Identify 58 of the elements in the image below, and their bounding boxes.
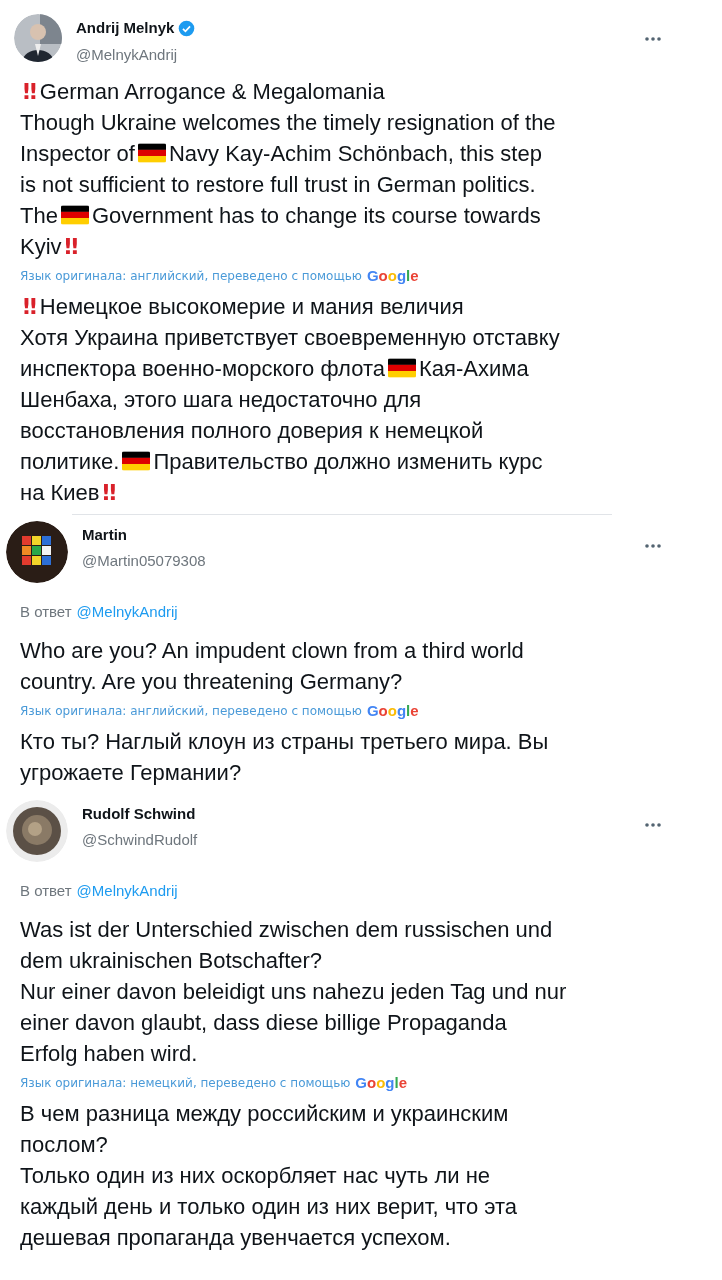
tweet-text: Nur einer davon beleidigt uns nahezu jeden Tag und nur <box>20 979 567 1004</box>
tweet-text: на Киев <box>20 479 100 505</box>
user-handle[interactable]: @Martin05079308 <box>82 550 206 573</box>
translation-note: Язык оригинала: немецкий, переведено с помощью <box>20 1075 351 1093</box>
reply-label: В ответ <box>20 880 72 901</box>
tweet-text: Who are you? An impudent clown from a third world <box>20 638 524 663</box>
tweet-text: угрожаете Германии? <box>20 759 242 785</box>
german-flag-icon <box>60 205 89 225</box>
more-options-icon[interactable] <box>644 821 662 828</box>
tweet-text: The <box>20 203 58 228</box>
double-exclamation-mark: ‼ <box>23 293 37 319</box>
tweet-text: Navy Kay-Achim Schönbach, this step <box>168 141 542 166</box>
google-logo[interactable]: Google <box>366 265 419 288</box>
tweet-text: is not sufficient to restore full trust in German politics. <box>20 172 536 197</box>
google-logo[interactable]: Google <box>355 1072 408 1095</box>
tweet-text: Немецкое высокомерие и мания величия <box>39 293 464 319</box>
tweet-text: дешевая пропаганда увенчается успехом. <box>20 1224 451 1250</box>
german-flag-icon <box>137 143 166 163</box>
tweet-text: Правительство должно изменить курс <box>153 448 543 474</box>
tweet-text: инспектора военно-морского флота <box>20 355 385 381</box>
user-handle[interactable]: @MelnykAndrij <box>76 43 196 66</box>
tweet-text: Though Ukraine welcomes the timely resignation of the <box>20 110 556 135</box>
tweet-text: Хотя Украина приветствует своевременную отставку <box>20 324 560 350</box>
tweet-text: German Arrogance & Megalomania <box>39 79 385 104</box>
tweet-text: Government has to change its course towards <box>91 203 541 228</box>
google-logo[interactable]: Google <box>366 700 419 723</box>
tweet-text: dem ukrainischen Botschafter? <box>20 948 323 973</box>
tweet-text: каждый день и только один из них верит, что эта <box>20 1193 518 1219</box>
tweet-text: послом? <box>20 1131 108 1157</box>
user-handle[interactable]: @SchwindRudolf <box>82 829 198 852</box>
translation-note: Язык оригинала: английский, переведено с помощью <box>20 703 362 721</box>
tweet-text: политике. <box>20 448 120 474</box>
tweet-text: Erfolg haben wird. <box>20 1041 198 1066</box>
author-name[interactable]: Rudolf Schwind <box>82 802 196 825</box>
tweet-text: Шенбаха, этого шага недостаточно для <box>20 386 422 412</box>
translation-note: Язык оригинала: английский, переведено с помощью <box>20 268 362 286</box>
tweet-text: В чем разница между российским и украинским <box>20 1100 509 1126</box>
more-options-icon[interactable] <box>644 542 662 549</box>
tweet-text: Kyiv <box>20 234 62 259</box>
tweet-text: восстановления полного доверия к немецкой <box>20 417 484 443</box>
tweet-text: Кая-Ахима <box>419 355 529 381</box>
more-options-icon[interactable] <box>644 36 662 42</box>
tweet-text: Inspector of <box>20 141 135 166</box>
german-flag-icon <box>388 357 416 378</box>
tweet-text: Только один из них оскорбляет нас чуть ли не <box>20 1162 491 1188</box>
reply-handle-link[interactable]: @MelnykAndrij <box>76 879 178 902</box>
double-exclamation-mark: ‼ <box>23 79 37 104</box>
tweet-text: einer davon glaubt, dass diese billige Propaganda <box>20 1010 507 1035</box>
double-exclamation-mark: ‼ <box>64 234 79 259</box>
double-exclamation-mark: ‼ <box>102 479 117 505</box>
author-name[interactable]: Andrij Melnyk <box>76 17 175 40</box>
tweet-text: Was ist der Unterschied zwischen dem russischen und <box>20 917 553 942</box>
german-flag-icon <box>122 450 151 471</box>
tweet-text: Кто ты? Наглый клоун из страны третьего мира. Вы <box>20 728 549 754</box>
reply-label: В ответ <box>20 601 72 622</box>
author-name[interactable]: Martin <box>82 523 127 546</box>
reply-handle-link[interactable]: @MelnykAndrij <box>76 600 178 623</box>
tweet-text: country. Are you threatening Germany? <box>20 669 403 694</box>
